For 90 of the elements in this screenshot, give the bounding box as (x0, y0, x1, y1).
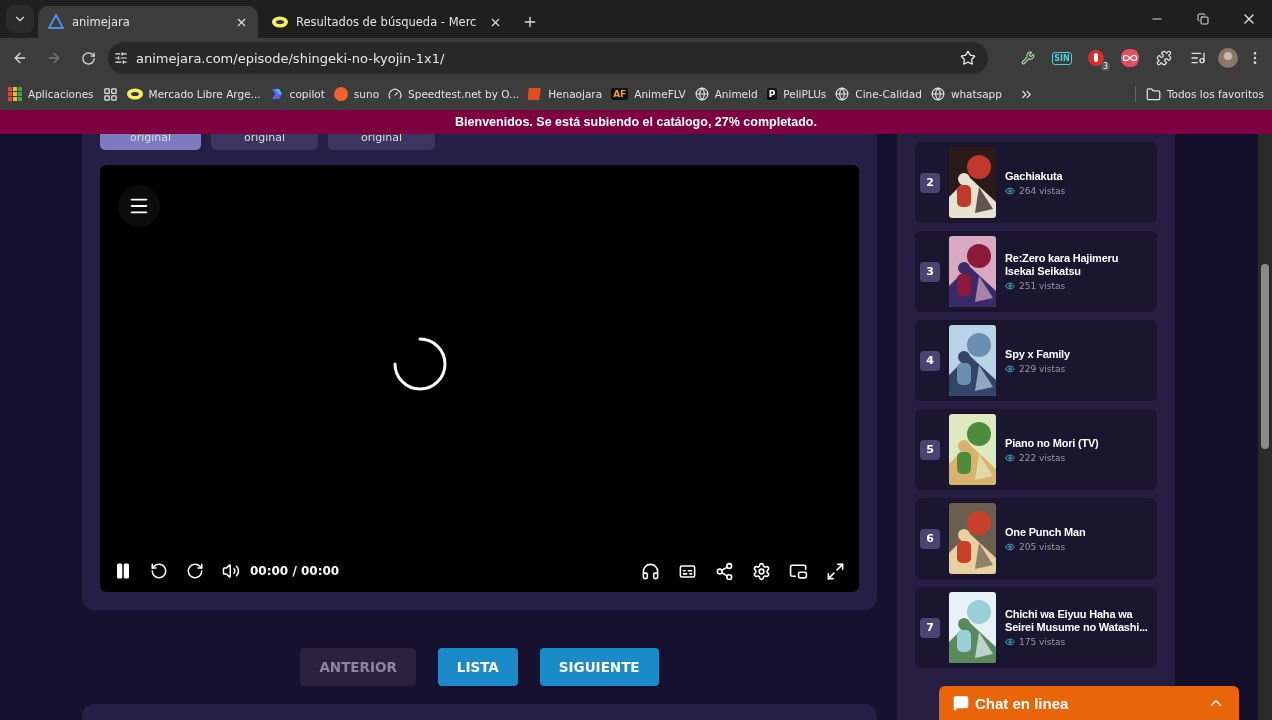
scrollbar[interactable] (1258, 134, 1272, 720)
site-logo-icon: AF (611, 88, 629, 100)
anime-title[interactable]: Chichi wa Eiyuu Haha wa Seirei Musume no Watashi... (1005, 608, 1149, 634)
ranking-item[interactable]: 2 Gachiakuta 264 vistas (915, 142, 1157, 223)
episode-nav-button[interactable]: SIGUIENTE (539, 648, 659, 686)
episode-nav-button[interactable]: LISTA (437, 648, 518, 686)
browser-tab[interactable]: animejara (38, 6, 258, 38)
copilot-logo-icon (269, 87, 284, 101)
view-count: 251 vistas (1005, 281, 1149, 291)
rank-number: 6 (920, 528, 940, 549)
volume-icon[interactable] (222, 562, 240, 580)
circle-logo-icon (333, 87, 348, 101)
back-icon[interactable] (12, 50, 28, 66)
ranking-item[interactable]: 5 Piano no Mori (TV) 222 vistas (915, 409, 1157, 490)
restore-icon[interactable] (1197, 13, 1209, 25)
rank-number: 2 (920, 172, 940, 193)
loading-spinner-icon (391, 335, 448, 392)
globe-icon (930, 87, 945, 101)
bookmark[interactable]: Cine-Calidad (835, 87, 922, 101)
bookmark[interactable]: Aplicaciones (8, 87, 94, 101)
eye-icon (1005, 185, 1015, 196)
gauge-icon (388, 87, 403, 101)
ranking-item[interactable]: 4 Spy x Family 229 vistas (915, 320, 1157, 401)
address-bar[interactable]: animejara.com/episode/shingeki-no-kyojin-1x1/ (108, 42, 988, 74)
rewind-icon[interactable] (150, 562, 168, 580)
square-logo-icon (528, 87, 543, 101)
view-count: 222 vistas (1005, 452, 1099, 463)
extension-button[interactable]: 3 (1082, 44, 1110, 72)
view-count: 229 vistas (1005, 363, 1070, 374)
extension-button[interactable]: SIN (1048, 44, 1076, 72)
eye-icon (1005, 281, 1015, 291)
anime-title[interactable]: Spy x Family (1005, 347, 1070, 361)
forward-icon[interactable] (186, 562, 204, 580)
site-settings-icon[interactable] (114, 51, 128, 65)
time-display: 00:00 / 00:00 (250, 564, 340, 578)
browser-tab[interactable]: Resultados de búsqueda - Merc (262, 6, 512, 38)
menu-button[interactable] (118, 185, 160, 227)
chat-icon (953, 695, 969, 711)
picture-in-picture-icon[interactable] (789, 561, 808, 581)
bookmark[interactable]: suno (333, 87, 380, 101)
view-count: 205 vistas (1005, 541, 1086, 552)
share-icon[interactable] (715, 561, 734, 581)
folder-icon (1145, 86, 1161, 102)
rank-number: 3 (920, 261, 940, 282)
announcement-banner: Bienvenidos. Se está subiendo el catálogo, 27% completado. (0, 110, 1272, 134)
headphones-icon[interactable] (641, 561, 660, 581)
fullscreen-icon[interactable] (826, 561, 845, 581)
infinity-icon[interactable] (1121, 49, 1139, 67)
globe-icon (835, 87, 850, 101)
bookmark[interactable]: Speedtest.net by O... (388, 87, 520, 101)
ranking-item[interactable]: 3 Re:Zero kara Hajimeru Isekai Seikatsu 251 vistas (915, 231, 1157, 312)
reload-icon[interactable] (80, 50, 96, 66)
bookmark[interactable]: Henaojara (528, 87, 603, 101)
bookmark[interactable]: copilot (269, 87, 325, 101)
new-tab-icon[interactable] (522, 14, 538, 30)
anime-title[interactable]: One Punch Man (1005, 525, 1086, 539)
wrench-icon[interactable] (1021, 51, 1035, 65)
eye-icon (1005, 452, 1015, 463)
grid-icon[interactable] (102, 86, 118, 102)
eye-icon (1005, 637, 1015, 647)
settings-icon[interactable] (752, 561, 771, 581)
bookmark[interactable]: AF AnimeFLV (611, 88, 686, 100)
media-icon[interactable] (1190, 50, 1206, 66)
avatar-icon[interactable] (1218, 48, 1238, 68)
ranking-item[interactable]: 6 One Punch Man 205 vistas (915, 498, 1157, 579)
bookmark-star-icon[interactable] (960, 50, 976, 66)
ranking-item[interactable]: 7 Chichi wa Eiyuu Haha wa Seirei Musume no Watashi... 175 vistas (915, 587, 1157, 668)
anime-title[interactable]: Piano no Mori (TV) (1005, 436, 1099, 450)
handshake-logo-icon (272, 16, 288, 28)
anime-title[interactable]: Gachiakuta (1005, 169, 1066, 183)
globe-icon (694, 87, 709, 101)
anime-title[interactable]: Re:Zero kara Hajimeru Isekai Seikatsu (1005, 252, 1149, 278)
handshake-logo-icon (126, 88, 143, 100)
pause-icon[interactable] (114, 562, 132, 580)
bookmark[interactable]: P PeliPLUs (766, 88, 827, 100)
rank-number: 7 (920, 617, 940, 638)
bookmark-folder[interactable]: Todos los favoritos (1134, 86, 1264, 102)
rank-number: 5 (920, 439, 940, 460)
triangle-logo-icon (48, 14, 64, 30)
bookmark[interactable]: Animeld (694, 87, 758, 101)
eye-icon (1005, 363, 1015, 374)
eye-icon (1005, 541, 1015, 552)
view-count: 175 vistas (1005, 637, 1149, 647)
bookmark[interactable]: whatsapp (930, 87, 1002, 101)
site-logo-icon: P (766, 88, 778, 100)
extensions-icon[interactable] (1156, 50, 1172, 66)
apps-icon (8, 87, 22, 101)
view-count: 264 vistas (1005, 185, 1066, 196)
bookmark[interactable]: Mercado Libre Arge... (126, 88, 261, 100)
rank-number: 4 (920, 350, 940, 371)
